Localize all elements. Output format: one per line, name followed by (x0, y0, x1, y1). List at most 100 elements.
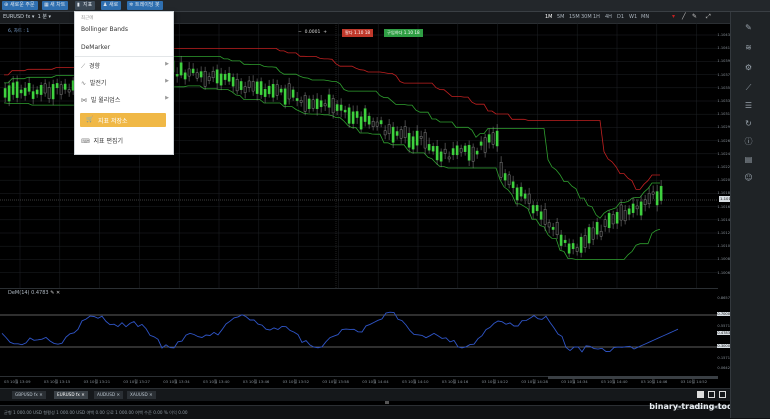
candle (219, 73, 223, 86)
indicator-store-button[interactable]: 🛒 지표 저장소 (80, 113, 166, 127)
info-icon[interactable]: ⓘ (743, 136, 754, 147)
timeframe-w1[interactable]: W1 (629, 14, 637, 21)
timeframe-d1[interactable]: D1 (617, 14, 624, 21)
candle (279, 88, 283, 93)
flag-icon[interactable]: ▾ (672, 13, 675, 20)
candle (367, 115, 371, 125)
timeframe-1m[interactable]: 1M (545, 14, 553, 21)
user-icon[interactable]: ☺ (743, 172, 754, 183)
pencil-icon[interactable]: ✎ (743, 22, 754, 33)
chart-settings-icon[interactable]: ⚙ (743, 62, 754, 73)
time-tick: 03 10월 14:34 (561, 379, 588, 384)
layers-icon[interactable]: ≋ (743, 42, 754, 53)
candle (655, 191, 659, 206)
candle (459, 148, 463, 153)
panel-resize-handle[interactable] (385, 401, 389, 404)
price-tick: 1.1031 (717, 112, 730, 117)
indicator-tick: 0.1571 (717, 356, 730, 360)
quantity-stepper[interactable]: − 0.0001 + (298, 29, 327, 37)
menu-item-oscillators[interactable]: ∿ 발전기 (81, 78, 106, 87)
refresh-icon[interactable]: ↻ (743, 118, 754, 129)
new-order-button[interactable]: ⊕ 새로운 주문 (2, 1, 38, 10)
time-tick: 03 10월 13:34 (163, 379, 190, 384)
horizontal-scrollbar[interactable] (548, 376, 718, 379)
time-tick: 03 10월 13:58 (322, 379, 349, 384)
timeframe-mn[interactable]: MN (641, 14, 649, 21)
menu-item-demarker[interactable]: DeMarker (81, 44, 110, 51)
calendar-icon[interactable]: ▤ (743, 154, 754, 165)
refresh-button[interactable]: ♟ 새로 (101, 1, 122, 10)
candle (643, 199, 647, 206)
timeframe-1h[interactable]: 1H (593, 14, 600, 21)
candle (315, 98, 319, 110)
close-icon[interactable]: ✕ (56, 290, 60, 296)
candle (275, 84, 279, 96)
timeframe-5m[interactable]: 5M (557, 14, 565, 21)
indicators-button[interactable]: ▮ 지표 (75, 1, 96, 10)
price-axis: 1.1043 1.1041 1.1039 1.1037 1.1035 1.1033 1.10… (717, 23, 730, 288)
candle (483, 137, 487, 153)
candle (395, 131, 399, 136)
tab-audusd[interactable]: AUDUSD ✕ (94, 391, 123, 399)
price-tick: 1.1020 (717, 178, 730, 183)
candle (495, 130, 499, 147)
buy-button[interactable]: 구입하다 1.10 18 (384, 29, 423, 37)
candle (491, 132, 495, 145)
candle (623, 210, 627, 222)
oscillator-icon: ∿ (81, 80, 87, 87)
edit-icon[interactable]: ✎ (50, 290, 54, 296)
new-chart-button[interactable]: ▦새 차트 (42, 1, 69, 10)
list-icon[interactable]: ☰ (743, 100, 754, 111)
trading-bot-button[interactable]: ✲ 트레이딩 봇 (127, 1, 163, 10)
price-tick: 1.1037 (717, 72, 730, 77)
expand-icon[interactable]: ⤢ (706, 13, 711, 21)
candle (579, 236, 583, 253)
indicator-tick: 0.8657 (717, 296, 730, 300)
symbol-selector[interactable]: EURUSD fx ▾ 1 분 ▾ (3, 13, 51, 22)
candle (27, 83, 31, 92)
price-tick: 1.1029 (717, 125, 730, 130)
candle (191, 68, 195, 74)
draw-icon[interactable]: ✎ (692, 13, 697, 20)
layout-single-icon[interactable] (697, 391, 704, 398)
line-tool-icon[interactable]: ╱ (682, 13, 686, 20)
candle (471, 146, 475, 162)
candle (575, 247, 579, 252)
candle (519, 186, 523, 197)
candle (335, 104, 339, 111)
candle (487, 134, 491, 143)
menu-item-indicator-editor[interactable]: ⌨ 지표 편집기 (81, 136, 123, 145)
candle (15, 81, 19, 98)
candle (235, 78, 239, 92)
candle (67, 89, 71, 93)
layout-grid-icon[interactable] (708, 391, 715, 398)
timeframe-15m[interactable]: 15M (569, 14, 580, 21)
price-tick: 1.1035 (717, 85, 730, 90)
price-tick: 1.1041 (717, 46, 730, 51)
candle (599, 230, 603, 237)
timeframe-30m[interactable]: 30M (581, 14, 592, 21)
trend-tool-icon[interactable]: ⟋ (743, 82, 754, 93)
layout-split-icon[interactable] (719, 391, 726, 398)
candle (247, 80, 251, 88)
chart-tabs: GBPUSD fx ✕ EURUSD fx ✕ AUDUSD ✕ XAUUSD … (0, 388, 730, 401)
candle (651, 191, 655, 195)
time-tick: 03 10월 14:04 (362, 379, 389, 384)
sell-button[interactable]: 팔다 1.10 18 (342, 29, 374, 37)
candle (647, 193, 651, 205)
candle (351, 111, 355, 124)
candle (355, 111, 359, 118)
menu-item-bollinger[interactable]: Bollinger Bands (81, 26, 128, 33)
tab-eurusd[interactable]: EURUSD fx ✕ (54, 391, 88, 399)
menu-item-bill-williams[interactable]: ⋈ 빌 윌리엄스 (81, 95, 120, 104)
tab-xauusd[interactable]: XAUUSD ✕ (127, 391, 156, 399)
candle (195, 72, 199, 79)
candle (51, 84, 55, 100)
price-tick: 1.1033 (717, 99, 730, 103)
time-tick: 03 10월 13:15 (43, 379, 71, 384)
demarker-panel[interactable] (0, 288, 718, 376)
menu-item-trend[interactable]: ⟋ 경향 (81, 61, 100, 71)
tab-gbpusd[interactable]: GBPUSD fx ✕ (12, 391, 46, 399)
candle (659, 185, 663, 201)
timeframe-4h[interactable]: 4H (605, 14, 612, 21)
